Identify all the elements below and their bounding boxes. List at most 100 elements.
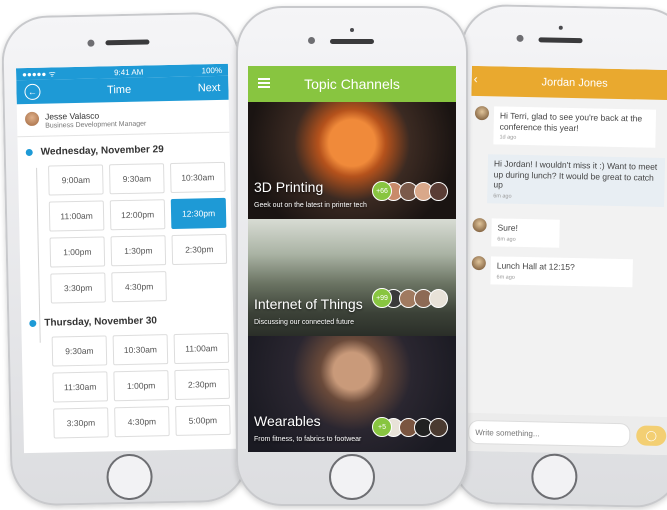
channel-subtitle: Geek out on the latest in printer tech xyxy=(254,202,367,209)
message-time: 6m ago xyxy=(496,274,515,281)
profile: Jesse Valasco Business Development Manag… xyxy=(16,99,230,138)
message-text: Sure! xyxy=(497,222,519,233)
channel-wearables[interactable]: Wearables From fitness, to fabrics to fo… xyxy=(248,336,456,452)
send-icon: ◯ xyxy=(645,430,657,442)
profile-name: Jesse Valasco xyxy=(44,110,100,122)
time-slot[interactable]: 1:30pm xyxy=(110,235,167,267)
avatar xyxy=(472,217,487,233)
avatar xyxy=(429,288,448,308)
channel-3d-printing[interactable]: 3D Printing Geek out on the latest in pr… xyxy=(248,102,456,219)
speaker xyxy=(330,39,374,44)
channel-subtitle: Discussing our connected future xyxy=(254,319,354,326)
time-slot[interactable]: 11:30am xyxy=(52,371,108,403)
day-header: Thursday, November 30 xyxy=(21,314,233,329)
home-button[interactable] xyxy=(106,453,154,501)
battery-indicator: 100% xyxy=(201,65,223,75)
time-slot[interactable]: 1:00pm xyxy=(113,370,169,402)
message-bubble: Sure! 6m ago xyxy=(491,218,560,248)
speaker xyxy=(538,37,583,44)
channel-title: Internet of Things xyxy=(254,296,363,312)
channel-title: 3D Printing xyxy=(254,179,324,195)
time-slot[interactable]: 2:30pm xyxy=(171,233,228,266)
schedule-screen: ●●●●● ᯤ 9:41 AM 100% ← Time Next Jesse V… xyxy=(15,63,236,454)
avatar xyxy=(429,417,448,437)
time-slot[interactable]: 12:00pm xyxy=(109,199,166,231)
day-list: Wednesday, November 29 9:00am 9:30am 10:30a… xyxy=(18,143,236,439)
send-button[interactable]: ◯ xyxy=(636,425,667,447)
chat-screen: ‹ Jordan Jones Hi Terri, glad to see you… xyxy=(463,65,667,456)
time-slot[interactable]: 3:30pm xyxy=(50,272,106,304)
member-count-badge: +99 xyxy=(372,288,392,308)
member-avatars: +5 xyxy=(372,417,448,437)
member-count-badge: +5 xyxy=(372,417,392,437)
camera xyxy=(516,34,524,42)
message-time: 1d ago xyxy=(499,134,517,142)
time-slot[interactable]: 9:30am xyxy=(51,335,108,367)
camera xyxy=(87,39,95,47)
camera xyxy=(308,37,315,44)
time-slot[interactable]: 10:30am xyxy=(170,161,226,194)
time-slot[interactable]: 2:30pm xyxy=(174,368,230,400)
avatar xyxy=(474,105,490,121)
speaker xyxy=(105,39,150,46)
day-bullet-icon xyxy=(25,148,33,157)
avatar xyxy=(24,111,40,127)
message: Sure! 6m ago xyxy=(472,217,573,248)
avatar xyxy=(429,181,448,201)
time-slot[interactable]: 3:30pm xyxy=(53,407,109,439)
nav-bar: ‹ Jordan Jones xyxy=(471,65,667,101)
composer: ◯ xyxy=(463,412,667,456)
time-slot[interactable]: 11:00am xyxy=(173,332,230,364)
time-slot[interactable]: 5:00pm xyxy=(175,404,231,436)
message-time: 6m ago xyxy=(497,236,516,243)
home-button[interactable] xyxy=(329,454,375,500)
front-sensor xyxy=(350,28,354,32)
time-slot[interactable]: 9:30am xyxy=(109,163,165,195)
time-slot[interactable]: 4:30pm xyxy=(114,406,170,438)
channel-title: Wearables xyxy=(254,413,321,429)
message-input[interactable] xyxy=(468,419,631,448)
message-text: Lunch Hall at 12:15? xyxy=(496,260,575,273)
message: Hi Terri, glad to see you're back at the… xyxy=(474,105,665,148)
time-slot-grid: 9:30am 10:30am 11:00am 11:30am 1:00pm 2:30pm 3… xyxy=(51,332,236,439)
time-slot[interactable]: 10:30am xyxy=(112,334,169,366)
profile-role: Business Development Manager xyxy=(45,120,147,130)
contact-name: Jordan Jones xyxy=(541,76,608,90)
message: Lunch Hall at 12:15? 6m ago xyxy=(471,255,662,287)
signal-indicator: ●●●●● ᯤ xyxy=(22,68,56,79)
front-sensor xyxy=(558,25,563,30)
next-button[interactable]: Next xyxy=(198,82,221,94)
clock: 9:41 AM xyxy=(113,67,144,77)
message: Hi Jordan! I wouldn't miss it :) Want to… xyxy=(487,154,666,207)
day-label: Thursday, November 30 xyxy=(44,315,158,329)
time-slot[interactable]: 1:00pm xyxy=(49,236,106,268)
phone-right: ‹ Jordan Jones Hi Terri, glad to see you… xyxy=(450,3,667,509)
day-label: Wednesday, November 29 xyxy=(40,144,164,158)
message-text: Hi Jordan! I wouldn't miss it :) Want to… xyxy=(493,158,658,190)
nav-title: Time xyxy=(106,83,132,97)
message-bubble: Hi Jordan! I wouldn't miss it :) Want to… xyxy=(487,154,666,207)
channel-subtitle: From fitness, to fabrics to footwear xyxy=(254,436,362,443)
message-bubble: Lunch Hall at 12:15? 6m ago xyxy=(490,256,633,287)
time-slot[interactable]: 9:00am xyxy=(48,164,104,196)
phone-left: ●●●●● ᯤ 9:41 AM 100% ← Time Next Jesse V… xyxy=(0,11,250,507)
nav-title: Topic Channels xyxy=(304,76,400,92)
message-bubble: Hi Terri, glad to see you're back at the… xyxy=(493,106,657,148)
member-avatars: +99 xyxy=(372,288,448,308)
hamburger-menu-icon[interactable] xyxy=(258,78,270,80)
member-avatars: +66 xyxy=(372,181,448,201)
back-icon[interactable]: ‹ xyxy=(474,72,478,86)
channels-screen: Topic Channels 3D Printing Geek out on t… xyxy=(248,66,456,452)
channel-internet-of-things[interactable]: Internet of Things Discussing our connec… xyxy=(248,219,456,336)
day-header: Wednesday, November 29 xyxy=(18,143,230,158)
time-slot[interactable]: 12:30pm xyxy=(170,197,227,230)
phone-center: Topic Channels 3D Printing Geek out on t… xyxy=(236,6,468,506)
time-slot[interactable]: 4:30pm xyxy=(111,271,167,303)
time-slot-grid: 9:00am 9:30am 10:30am 11:00am 12:00pm 12:30pm… xyxy=(48,161,233,304)
time-slot[interactable]: 11:00am xyxy=(48,200,105,232)
back-circle-icon[interactable]: ← xyxy=(24,83,41,101)
message-time: 6m ago xyxy=(493,193,512,200)
home-button[interactable] xyxy=(530,453,578,501)
avatar xyxy=(471,255,486,271)
member-count-badge: +66 xyxy=(372,181,392,201)
